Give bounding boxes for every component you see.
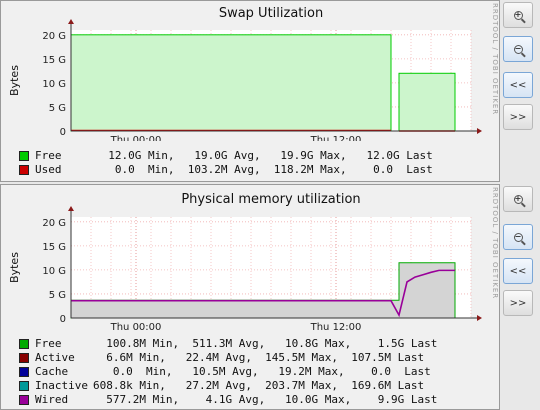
memory-graph-panel: Physical memory utilization Bytes 20 G 15 G…	[0, 184, 500, 410]
x-tick-label: Thu 00:00	[110, 322, 162, 333]
legend-row-inactive: Inactive 608.8k Min, 27.2M Avg, 203.7M Ma…	[19, 379, 437, 393]
legend-name: Cache	[35, 365, 69, 378]
rrdtool-watermark: RRDTOOL / TOBI OETIKER	[491, 3, 499, 116]
back-button[interactable]: <<	[503, 258, 533, 284]
legend-swatch	[19, 339, 29, 349]
y-tick-label: 20 G	[42, 218, 66, 229]
y-axis-arrow	[68, 19, 74, 24]
legend-row-used: Used 0.0 Min, 103.2M Avg, 118.2M Max, 0.…	[19, 163, 433, 177]
y-axis-arrow	[68, 206, 74, 211]
x-axis-arrow	[477, 315, 482, 321]
y-tick-label: 15 G	[42, 55, 66, 66]
legend-stats: 608.8k Min, 27.2M Avg, 203.7M Max, 169.6…	[93, 379, 425, 392]
legend-name: Free	[35, 149, 62, 162]
zoom-out-button[interactable]: −	[503, 224, 533, 250]
series-free-area	[70, 34, 392, 132]
y-tick-label: 0	[60, 127, 66, 138]
legend-stats: 12.0G Min, 19.0G Avg, 19.9G Max, 12.0G L…	[95, 149, 433, 162]
legend-row-free: Free 12.0G Min, 19.0G Avg, 19.9G Max, 12…	[19, 149, 433, 163]
back-button[interactable]: <<	[503, 72, 533, 98]
y-tick-label: 0	[60, 314, 66, 325]
y-tick-label: 15 G	[42, 242, 66, 253]
legend-swatch	[19, 381, 29, 391]
legend-stats: 0.0 Min, 10.5M Avg, 19.2M Max, 0.0 Last	[93, 365, 431, 378]
y-axis-label: Bytes	[8, 252, 21, 283]
zoom-in-icon: +	[513, 193, 523, 204]
x-tick-label: Thu 12:00	[310, 322, 362, 333]
y-tick-label: 10 G	[42, 266, 66, 277]
legend-name: Used	[35, 163, 62, 176]
zoom-in-button[interactable]: +	[503, 186, 533, 212]
memory-legend: Free 100.8M Min, 511.3M Avg, 10.8G Max, …	[19, 337, 437, 407]
chart-title: Swap Utilization	[219, 6, 323, 21]
y-tick-label: 5 G	[49, 103, 66, 114]
legend-name: Active	[35, 351, 75, 364]
legend-row-free: Free 100.8M Min, 511.3M Avg, 10.8G Max, …	[19, 337, 437, 351]
legend-swatch	[19, 367, 29, 377]
legend-swatch	[19, 165, 29, 175]
legend-name: Inactive	[35, 379, 88, 392]
zoom-out-icon: −	[513, 231, 523, 242]
swap-graph-panel: Swap Utilization Bytes 20 G 15 G 10 G 5 G 0 Thu…	[0, 0, 500, 182]
y-axis-label: Bytes	[8, 65, 21, 96]
forward-button[interactable]: >>	[503, 290, 533, 316]
rrdtool-watermark: RRDTOOL / TOBI OETIKER	[491, 187, 499, 300]
legend-row-active: Active 6.6M Min, 22.4M Avg, 145.5M Max, …	[19, 351, 437, 365]
legend-stats: 6.6M Min, 22.4M Avg, 145.5M Max, 107.5M …	[93, 351, 425, 364]
legend-row-cache: Cache 0.0 Min, 10.5M Avg, 19.2M Max, 0.0…	[19, 365, 437, 379]
legend-row-wired: Wired 577.2M Min, 4.1G Avg, 10.0G Max, 9…	[19, 393, 437, 407]
swap-chart: Swap Utilization Bytes 20 G 15 G 10 G 5 G 0 Thu…	[8, 6, 482, 141]
legend-stats: 0.0 Min, 103.2M Avg, 118.2M Max, 0.0 Las…	[95, 163, 433, 176]
forward-button[interactable]: >>	[503, 104, 533, 130]
legend-swatch	[19, 353, 29, 363]
y-tick-label: 20 G	[42, 31, 66, 42]
legend-stats: 100.8M Min, 511.3M Avg, 10.8G Max, 1.5G …	[93, 337, 438, 350]
y-tick-label: 10 G	[42, 79, 66, 90]
x-tick-label: Thu 00:00	[110, 135, 162, 141]
legend-name: Free	[35, 337, 62, 350]
x-tick-label: Thu 12:00	[310, 135, 362, 141]
memory-chart: Physical memory utilization Bytes 20 G 15 G…	[8, 192, 482, 333]
y-tick-label: 5 G	[49, 290, 66, 301]
legend-name: Wired	[35, 393, 69, 406]
zoom-out-button[interactable]: −	[503, 36, 533, 62]
zoom-in-icon: +	[513, 9, 523, 20]
legend-stats: 577.2M Min, 4.1G Avg, 10.0G Max, 9.9G La…	[93, 393, 438, 406]
legend-swatch	[19, 395, 29, 405]
series-free-area	[398, 72, 456, 132]
zoom-out-icon: −	[513, 43, 523, 54]
legend-swatch	[19, 151, 29, 161]
swap-legend: Free 12.0G Min, 19.0G Avg, 19.9G Max, 12…	[19, 149, 433, 177]
x-axis-arrow	[477, 128, 482, 134]
chart-title: Physical memory utilization	[181, 192, 360, 207]
zoom-in-button[interactable]: +	[503, 2, 533, 28]
